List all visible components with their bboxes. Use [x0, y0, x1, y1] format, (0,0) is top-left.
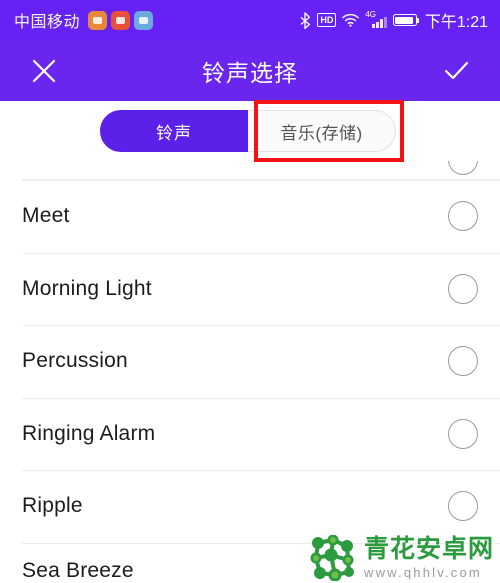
list-item[interactable]: Ripple [0, 470, 500, 543]
radio-button[interactable] [448, 418, 478, 449]
tab-bar: 铃声 音乐(存储) [0, 101, 500, 161]
status-bar-right: HD 4G 下午1:21 [300, 8, 488, 32]
list-item[interactable] [0, 161, 500, 180]
notification-icon-orange [88, 10, 108, 30]
list-item[interactable]: Morning Light [0, 252, 500, 326]
ringtone-name: Morning Light [22, 276, 152, 300]
list-item[interactable]: Ringing Alarm [0, 397, 500, 471]
list-item[interactable]: Percussion [0, 325, 500, 398]
list-item[interactable]: Meet [0, 180, 500, 253]
bluetooth-icon [301, 11, 311, 29]
tab-group: 铃声 音乐(存储) [100, 110, 396, 152]
notification-icon-red [111, 10, 131, 30]
radio-button[interactable] [448, 201, 478, 232]
confirm-button[interactable] [434, 49, 478, 93]
close-button[interactable] [22, 49, 66, 93]
tab-music-storage[interactable]: 音乐(存储) [248, 110, 396, 152]
check-icon [444, 61, 469, 79]
ringtone-name: Percussion [22, 349, 128, 373]
radio-button[interactable] [448, 273, 478, 304]
wifi-icon [342, 13, 360, 27]
radio-button[interactable] [448, 161, 478, 175]
carrier-label: 中国移动 [14, 14, 81, 31]
tab-ringtone[interactable]: 铃声 [100, 110, 248, 152]
hd-icon: HD [317, 13, 337, 27]
app-bar: 铃声选择 [0, 40, 500, 101]
status-bar: 中国移动 HD 4G 下午1:21 [0, 0, 500, 40]
notification-icon-blue [134, 10, 154, 30]
page-title: 铃声选择 [202, 59, 298, 86]
radio-button[interactable] [448, 346, 478, 377]
ringtone-name: Ringing Alarm [22, 421, 156, 445]
ringtone-list[interactable]: Meet Morning Light Percussion Ringing Al… [0, 161, 500, 583]
ringtone-name: Sea Breeze [22, 558, 134, 582]
radio-button[interactable] [448, 491, 478, 522]
clock-label: 下午1:21 [424, 14, 488, 31]
signal-icon: 4G [365, 10, 387, 28]
ringtone-name: Ripple [22, 494, 83, 518]
close-icon [32, 59, 56, 82]
phone-screen: 中国移动 HD 4G 下午1:21 铃声选择 铃声 音乐(存储) Meet Mo… [0, 0, 500, 583]
ringtone-name: Meet [22, 204, 70, 228]
battery-icon [392, 14, 420, 26]
list-item[interactable]: Sea Breeze [0, 542, 500, 583]
status-notification-icons [88, 10, 154, 30]
network-type-label: 4G [365, 10, 377, 19]
